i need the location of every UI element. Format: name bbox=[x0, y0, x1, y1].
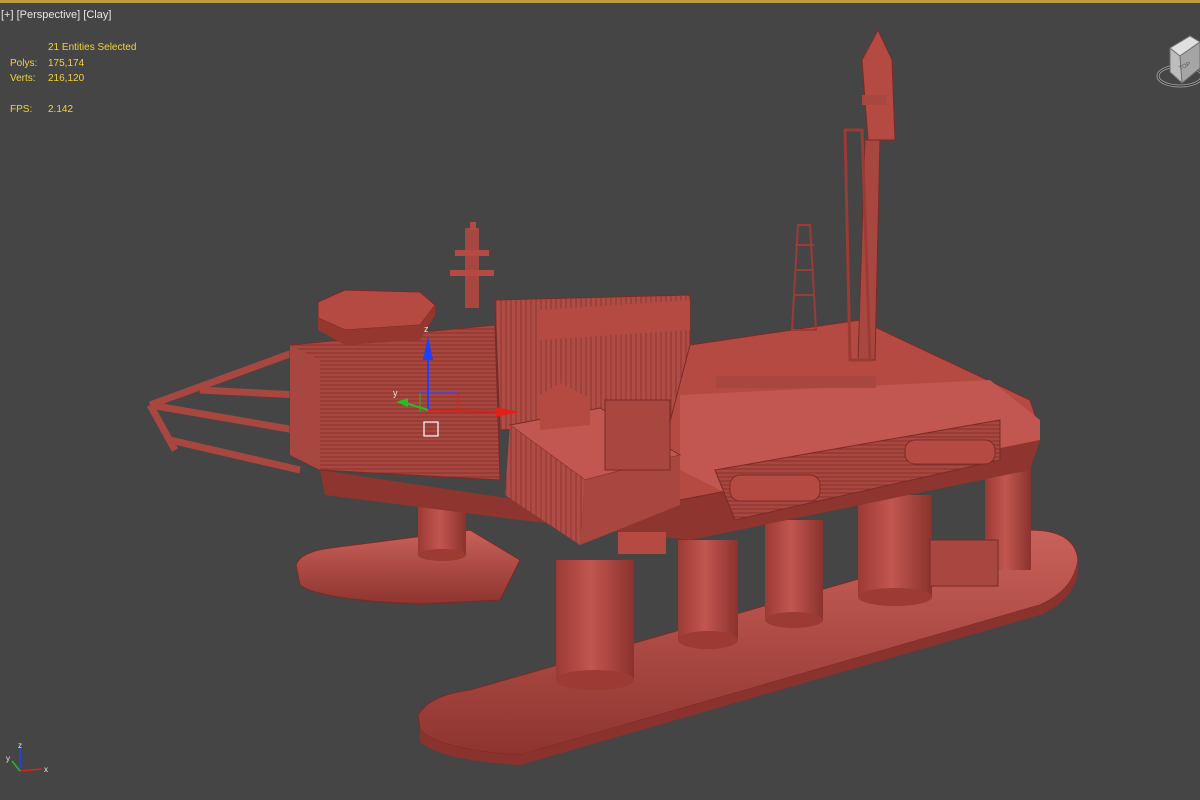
gizmo-z-label: z bbox=[424, 324, 429, 334]
viewcube[interactable]: TOP bbox=[1150, 28, 1200, 98]
derrick-tower bbox=[790, 28, 896, 362]
gizmo-y-label: y bbox=[393, 388, 398, 398]
rear-pontoon bbox=[295, 529, 521, 605]
axis-z-label: z bbox=[18, 741, 22, 750]
perspective-viewport[interactable]: [+] [Perspective] [Clay] 21 Entities Sel… bbox=[0, 0, 1200, 800]
axis-y-label: y bbox=[6, 754, 10, 763]
oil-rig-model[interactable]: z y bbox=[0, 0, 1200, 800]
helideck-trusses bbox=[146, 348, 301, 474]
accommodation-block bbox=[289, 222, 501, 481]
world-axis-tripod: z x y bbox=[6, 741, 48, 774]
axis-x-label: x bbox=[44, 765, 48, 774]
